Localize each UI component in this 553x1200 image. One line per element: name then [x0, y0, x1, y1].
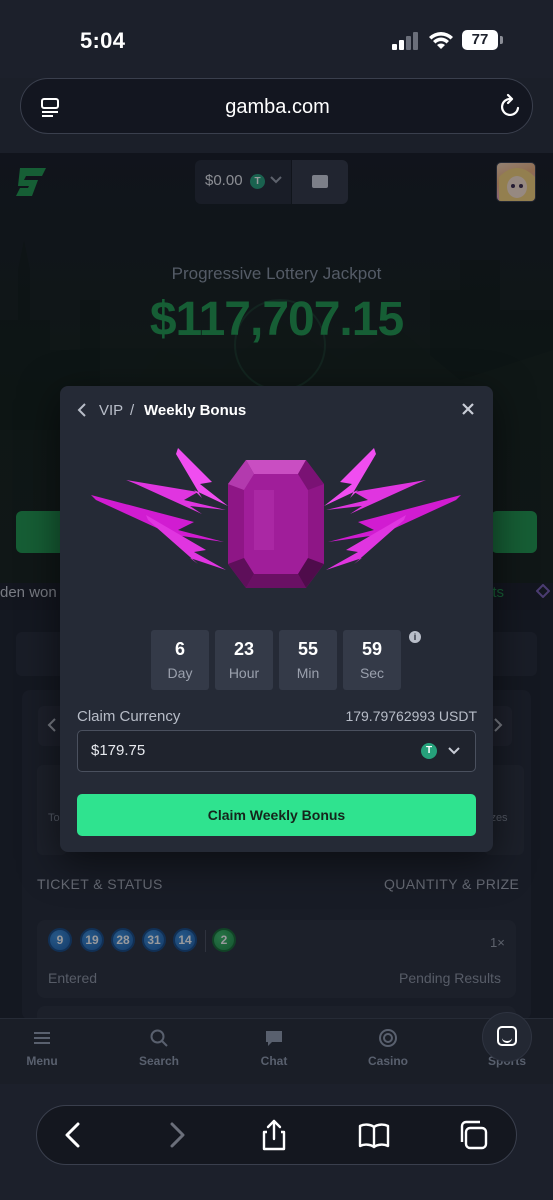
breadcrumb-vip-link[interactable]: VIP — [99, 402, 123, 419]
nav-chat[interactable]: Chat — [229, 1028, 319, 1068]
status-time: 5:04 — [80, 28, 126, 53]
share-icon[interactable] — [257, 1118, 291, 1152]
support-chat-icon — [497, 1026, 517, 1046]
battery-indicator: 77 — [462, 30, 503, 50]
nav-casino[interactable]: Casino — [343, 1028, 433, 1068]
countdown-seconds-value: 59 — [361, 639, 383, 659]
wifi-icon — [429, 32, 453, 49]
nav-menu[interactable]: Menu — [0, 1028, 87, 1068]
nav-chat-label: Chat — [260, 1054, 288, 1068]
nav-search-label: Search — [138, 1054, 180, 1068]
claim-currency-label: Claim Currency — [77, 708, 181, 725]
nav-casino-label: Casino — [367, 1054, 408, 1068]
modal-title: Weekly Bonus — [144, 402, 247, 419]
countdown-days-value: 6 — [174, 639, 185, 659]
countdown-seconds-label: Sec — [359, 665, 385, 681]
screen: 5:04 77 gamba.com $0.00 T Progressive Lo… — [0, 0, 553, 1200]
countdown-hours-value: 23 — [233, 639, 255, 659]
reload-icon[interactable] — [499, 93, 523, 119]
countdown-days: 6 Day — [151, 630, 209, 690]
tabs-icon[interactable] — [456, 1118, 490, 1152]
countdown-seconds: 59 Sec — [343, 630, 401, 690]
claim-currency-amount: 179.79762993 USDT — [345, 708, 477, 724]
url-text[interactable]: gamba.com — [21, 79, 534, 135]
chevron-down-icon[interactable] — [447, 744, 461, 758]
countdown-minutes: 55 Min — [279, 630, 337, 690]
nav-menu-label: Menu — [26, 1054, 58, 1068]
menu-icon — [34, 1032, 50, 1044]
back-arrow-icon[interactable] — [57, 1118, 91, 1152]
close-icon[interactable] — [460, 401, 476, 417]
nav-search[interactable]: Search — [114, 1028, 204, 1068]
casino-chip-icon — [379, 1029, 397, 1047]
countdown-minutes-value: 55 — [297, 639, 319, 659]
currency-select-value: $179.75 — [91, 742, 146, 759]
info-icon[interactable]: i — [409, 631, 421, 643]
address-bar[interactable]: gamba.com — [20, 78, 533, 134]
chat-icon — [266, 1031, 282, 1046]
gem-lightning-illustration — [91, 448, 461, 588]
breadcrumb-separator: / — [130, 402, 135, 419]
cellular-signal-icon — [392, 32, 418, 50]
countdown-days-label: Day — [167, 665, 193, 681]
bookmarks-icon[interactable] — [357, 1118, 391, 1152]
countdown-hours: 23 Hour — [215, 630, 273, 690]
claim-weekly-bonus-button[interactable]: Claim Weekly Bonus — [77, 794, 476, 836]
usdt-coin-icon: T — [421, 743, 437, 759]
countdown-hours-label: Hour — [228, 665, 260, 681]
back-chevron-icon[interactable] — [76, 402, 88, 418]
countdown-minutes-label: Min — [296, 665, 320, 681]
search-icon — [150, 1029, 168, 1047]
forward-arrow-icon[interactable] — [159, 1118, 193, 1152]
